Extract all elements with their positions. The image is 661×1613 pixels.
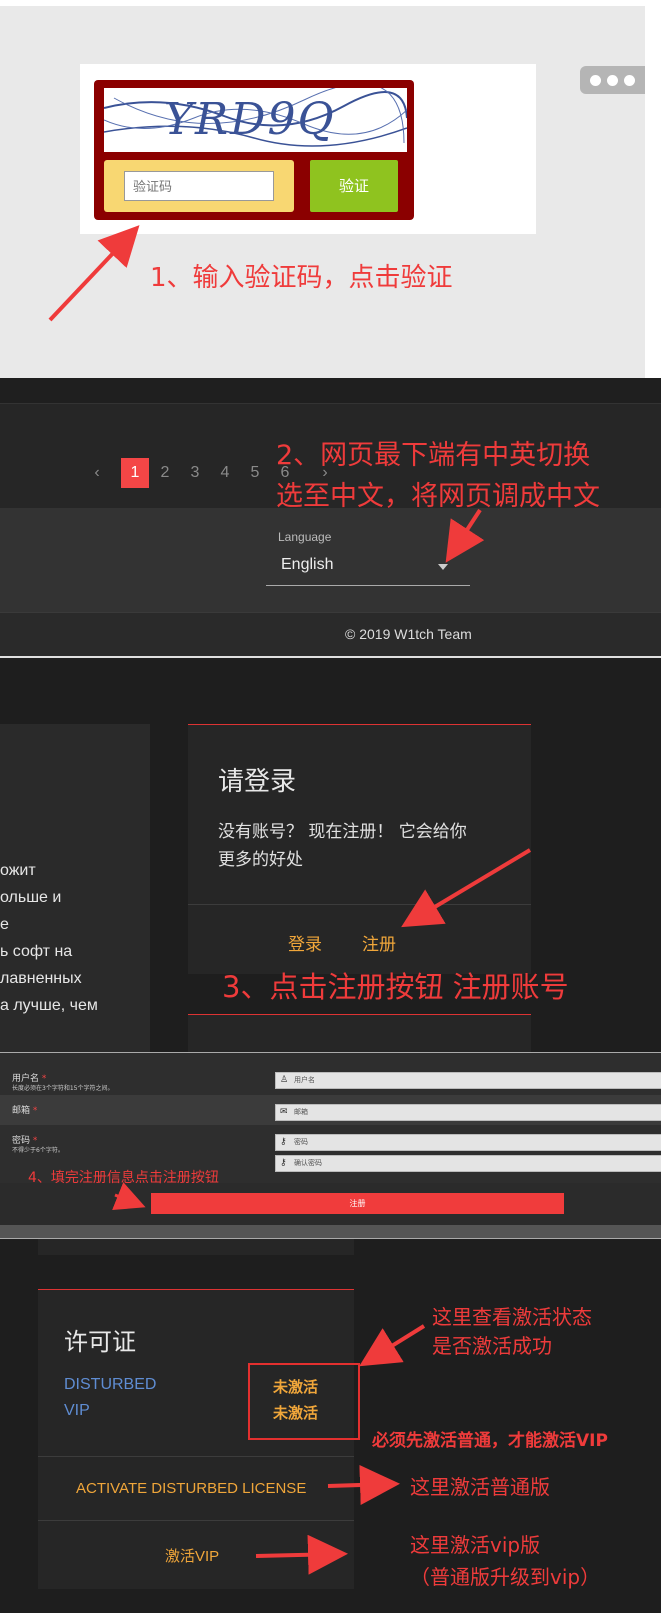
username-row: 用户名 * 长度必须在3个字符和15个字符之间。 ♙ 用户名 [0,1053,661,1095]
russian-line: ольше и [0,889,62,906]
prev-page-icon[interactable]: ‹ [83,458,111,488]
email-label: 邮箱 * [12,1106,38,1116]
product-vip: VIP [64,1402,90,1419]
license-title: 许可证 [64,1328,136,1356]
username-hint: 长度必须在3个字符和15个字符之间。 [12,1085,114,1092]
password-hint: 不得少于6个字符。 [12,1147,64,1154]
activate-vip-button[interactable]: 激活VIP [165,1545,219,1566]
russian-line: ь софт на [0,943,73,960]
page-3[interactable]: 3 [181,458,209,488]
bottom-bar [0,1225,661,1238]
top-card-stub [38,1239,354,1255]
captcha-text: YRD9Q [164,94,336,145]
email-row: 邮箱 * ✉ 邮箱 [0,1095,661,1125]
annotation-vip-1: 这里激活vip版 [410,1533,541,1557]
dot-icon [624,75,635,86]
divider [38,1456,354,1457]
annotation-step-2-line2: 选至中文，将网页调成中文 [276,481,600,512]
login-card: 请登录 没有账号？ 现在注册！ 它会给你 更多的好处 [188,724,531,974]
copyright-bar: © 2019 W1tch Team [0,612,661,656]
license-panel: 许可证 DISTURBED VIP 未激活 未激活 ACTIVATE DISTU… [0,1238,661,1613]
language-value: English [281,556,334,573]
page-2[interactable]: 2 [151,458,179,488]
envelope-icon: ✉ [280,1107,288,1117]
user-icon: ♙ [280,1075,289,1085]
copyright-text: © 2019 W1tch Team [345,626,472,642]
product-disturbed: DISTURBED [64,1376,157,1393]
annotation-step-4: 4、填完注册信息点击注册按钮 [28,1170,219,1186]
login-title: 请登录 [218,767,297,797]
password-field[interactable]: ⚷ 密码 [275,1134,661,1151]
login-panel: ожит ольше и e ь софт на лавненных а луч… [0,656,661,1052]
footer-panel: ‹ 1 2 3 4 5 6 › Language English © 2019 … [0,378,661,656]
language-label: Language [278,530,332,544]
divider [38,1520,354,1521]
dot-icon [590,75,601,86]
page-5[interactable]: 5 [241,458,269,488]
login-desc-line2: 更多的好处 [218,850,303,870]
login-link[interactable]: 登录 [288,930,322,955]
username-field[interactable]: ♙ 用户名 [275,1072,661,1089]
top-band [0,378,661,404]
russian-line: ожит [0,862,36,879]
login-desc-line1: 没有账号？ 现在注册！ 它会给你 [218,822,467,842]
confirm-password-field[interactable]: ⚷ 确认密码 [275,1155,661,1172]
email-field[interactable]: ✉ 邮箱 [275,1104,661,1121]
annotation-step-2-line1: 2、网页最下端有中英切换 [276,440,591,471]
activate-license-button[interactable]: ACTIVATE DISTURBED LICENSE [76,1480,306,1497]
annotation-status-1: 这里查看激活状态 [432,1305,592,1329]
annotation-step-1: 1、输入验证码，点击验证 [150,263,453,293]
dot-icon [607,75,618,86]
divider [188,904,531,905]
captcha-panel: YRD9Q 验证 1、输入验证码，点击验证 [0,0,661,378]
annotation-vip-2: （普通版升级到vip） [410,1565,601,1589]
russian-line: а лучше, чем [0,997,98,1014]
annotation-warning: 必须先激活普通，才能激活VIP [372,1431,608,1451]
page-4[interactable]: 4 [211,458,239,488]
russian-line: лавненных [0,970,82,987]
russian-card: ожит ольше и e ь софт на лавненных а луч… [0,724,150,1052]
language-select[interactable]: English [266,546,470,586]
more-menu-button[interactable] [580,66,650,94]
page-edge [645,0,661,378]
verify-button[interactable]: 验证 [310,160,398,212]
register-panel: 用户名 * 长度必须在3个字符和15个字符之间。 ♙ 用户名 邮箱 * ✉ 邮箱 密… [0,1052,661,1238]
annotation-status-2: 是否激活成功 [432,1334,552,1358]
side-strip [580,94,645,118]
register-button[interactable]: 注册 [151,1193,564,1214]
register-link[interactable]: 注册 [362,930,396,955]
next-card [188,1014,531,1052]
annotation-activate: 这里激活普通版 [410,1475,550,1499]
page-1[interactable]: 1 [121,458,149,488]
russian-line: e [0,916,9,933]
key-icon: ⚷ [280,1158,287,1168]
status-vip: 未激活 [273,1404,319,1422]
status-disturbed: 未激活 [273,1378,319,1396]
key-icon: ⚷ [280,1137,287,1147]
chevron-down-icon [438,564,448,570]
captcha-input[interactable] [124,171,274,201]
annotation-step-3: 3、点击注册按钮 注册账号 [222,970,569,1004]
language-section: Language English [0,508,661,612]
captcha-image: YRD9Q [104,88,407,152]
